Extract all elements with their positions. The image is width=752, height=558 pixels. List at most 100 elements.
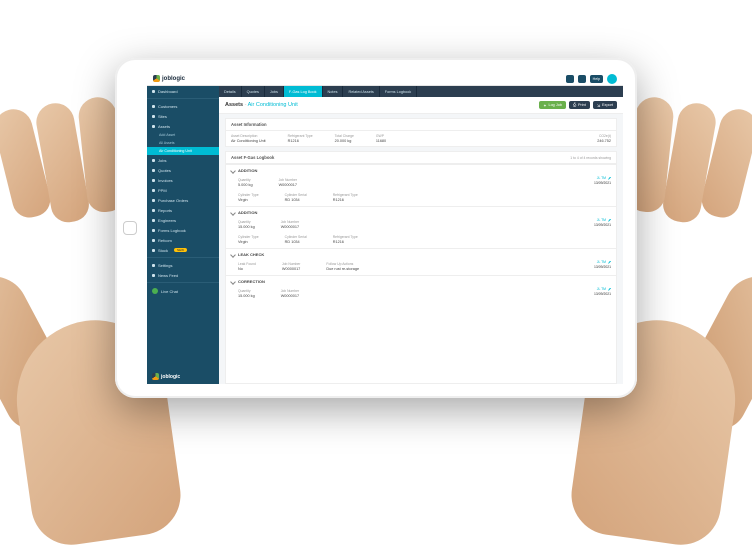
tab-notes[interactable]: Notes bbox=[323, 86, 344, 97]
jobs-icon bbox=[152, 159, 155, 162]
cloud-icon[interactable] bbox=[566, 75, 574, 83]
entry-user[interactable]: JL TM bbox=[597, 287, 611, 291]
help-button[interactable]: Help bbox=[590, 75, 603, 83]
forms-icon bbox=[152, 229, 155, 232]
sidebar-item-reports[interactable]: Reports bbox=[147, 205, 219, 215]
print-icon: ⎙ bbox=[573, 103, 576, 107]
asset-info-body: Asset DescriptionAir Conditioning UnitRe… bbox=[226, 131, 616, 146]
log-entry: CORRECTIONQuantity15.000 kgJob NumberW00… bbox=[226, 275, 616, 302]
app-screen: joblogic Help Dashboard Customers Sites … bbox=[147, 72, 623, 384]
brand-logo[interactable]: joblogic bbox=[153, 75, 185, 82]
field-label: Cylinder Type bbox=[238, 235, 259, 239]
print-button[interactable]: ⎙Print bbox=[569, 101, 590, 109]
field-value[interactable]: W0000017 bbox=[279, 183, 297, 187]
sidebar-item-ppm[interactable]: PPM bbox=[147, 185, 219, 195]
field-value: 20.000 kg bbox=[335, 139, 354, 143]
entry-field: Cylinder TypeVirgin bbox=[238, 193, 259, 202]
logbook-heading: Asset F-Gas Logbook bbox=[231, 155, 274, 160]
sidebar-item-quotes[interactable]: Quotes bbox=[147, 165, 219, 175]
user-avatar[interactable] bbox=[607, 74, 617, 84]
tab-forms-logbook[interactable]: Forms Logbook bbox=[380, 86, 417, 97]
field-value: RD 1034 bbox=[285, 240, 307, 244]
plus-icon: ✦ bbox=[543, 103, 546, 108]
settings-icon bbox=[152, 264, 155, 267]
field-value: R1216 bbox=[333, 240, 358, 244]
field-value[interactable]: W0000017 bbox=[282, 267, 300, 271]
entry-user[interactable]: JL TM bbox=[597, 260, 611, 264]
sites-icon bbox=[152, 115, 155, 118]
sidebar-item-news[interactable]: News Feed bbox=[147, 270, 219, 280]
field-value: RD 1034 bbox=[285, 198, 307, 202]
tab-quotes[interactable]: Quotes bbox=[242, 86, 265, 97]
tab-jobs[interactable]: Jobs bbox=[265, 86, 284, 97]
brand-text: joblogic bbox=[162, 76, 185, 82]
sidebar-sub-current-asset[interactable]: Air Conditioning Unit bbox=[147, 147, 219, 155]
sidebar-item-settings[interactable]: Settings bbox=[147, 260, 219, 270]
field-label: Asset Description bbox=[231, 134, 266, 138]
entry-field: Leak FoundNo bbox=[238, 262, 256, 271]
field-value: Virgin bbox=[238, 240, 259, 244]
sidebar-item-jobs[interactable]: Jobs bbox=[147, 155, 219, 165]
field-value[interactable]: W0000017 bbox=[281, 225, 299, 229]
log-entry: LEAK CHECKLeak FoundNoJob NumberW0000017… bbox=[226, 248, 616, 275]
customers-icon bbox=[152, 105, 155, 108]
chat-icon bbox=[152, 288, 158, 294]
sidebar-item-stock[interactable]: StockNEW bbox=[147, 245, 219, 255]
field-label: CO2e(t) bbox=[597, 134, 611, 138]
entry-field: Refrigerant TypeR1216 bbox=[333, 193, 358, 202]
pencil-icon bbox=[608, 261, 611, 264]
upload-icon[interactable] bbox=[578, 75, 586, 83]
sidebar-item-forms-logbook[interactable]: Forms Logbook bbox=[147, 225, 219, 235]
entry-header[interactable]: LEAK CHECK bbox=[226, 249, 616, 260]
entry-meta: JL TM 13/09/2021 bbox=[594, 287, 611, 296]
entry-field: Cylinder TypeVirgin bbox=[238, 235, 259, 244]
tablet-home-button[interactable] bbox=[123, 221, 137, 235]
topbar: joblogic Help bbox=[147, 72, 623, 86]
new-badge: NEW bbox=[174, 248, 187, 252]
sidebar-item-dashboard[interactable]: Dashboard bbox=[147, 86, 219, 96]
entry-field: Job NumberW0000017 bbox=[279, 178, 297, 187]
tab-related-assets[interactable]: Related Assets bbox=[343, 86, 379, 97]
live-chat-button[interactable]: Live Chat bbox=[147, 285, 219, 297]
entry-user[interactable]: JL TM bbox=[597, 218, 611, 222]
field-value: 15.000 kg bbox=[238, 294, 255, 298]
field-label: Cylinder Serial bbox=[285, 235, 307, 239]
export-button[interactable]: ⇲Export bbox=[593, 101, 617, 109]
field-label: Job Number bbox=[281, 220, 299, 224]
log-job-button[interactable]: ✦Log Job bbox=[539, 101, 566, 109]
entry-header[interactable]: ADDITION bbox=[226, 207, 616, 218]
sidebar-item-customers[interactable]: Customers bbox=[147, 101, 219, 111]
asset-field: CO2e(t)246.752 bbox=[597, 134, 611, 143]
sidebar-sub-all-assets[interactable]: All Assets bbox=[147, 139, 219, 147]
sidebar-item-sites[interactable]: Sites bbox=[147, 111, 219, 121]
sidebar-item-engineers[interactable]: Engineers bbox=[147, 215, 219, 225]
dashboard-icon bbox=[152, 90, 155, 93]
main-content: Details Quotes Jobs F-Gas Log Book Notes… bbox=[219, 86, 623, 384]
tab-fgas-logbook[interactable]: F-Gas Log Book bbox=[284, 86, 323, 97]
entry-date: 13/09/2021 bbox=[594, 292, 611, 296]
sidebar-item-assets[interactable]: Assets bbox=[147, 121, 219, 131]
entry-date: 13/09/2021 bbox=[594, 223, 611, 227]
entry-date: 13/09/2021 bbox=[594, 265, 611, 269]
tab-details[interactable]: Details bbox=[219, 86, 242, 97]
asset-info-heading: Asset Information bbox=[226, 119, 616, 131]
tabs-bar: Details Quotes Jobs F-Gas Log Book Notes… bbox=[219, 86, 623, 97]
field-value: 15.000 kg bbox=[238, 225, 255, 229]
asset-field: GWP11680 bbox=[376, 134, 386, 143]
entry-user[interactable]: JL TM bbox=[597, 176, 611, 180]
sidebar-item-refcom[interactable]: Refcom bbox=[147, 235, 219, 245]
sidebar-item-invoices[interactable]: Invoices bbox=[147, 175, 219, 185]
sidebar-item-purchase-orders[interactable]: Purchase Orders bbox=[147, 195, 219, 205]
entry-header[interactable]: ADDITION bbox=[226, 165, 616, 176]
field-value[interactable]: W0000017 bbox=[281, 294, 299, 298]
asset-field: Refrigerant TypeR1216 bbox=[288, 134, 313, 143]
sidebar: Dashboard Customers Sites Assets Add Ass… bbox=[147, 86, 219, 384]
refcom-icon bbox=[152, 239, 155, 242]
field-label: Refrigerant Type bbox=[333, 235, 358, 239]
export-icon: ⇲ bbox=[597, 103, 600, 108]
engineers-icon bbox=[152, 219, 155, 222]
invoices-icon bbox=[152, 179, 155, 182]
sidebar-sub-add-asset[interactable]: Add Asset bbox=[147, 131, 219, 139]
entry-header[interactable]: CORRECTION bbox=[226, 276, 616, 287]
field-label: Refrigerant Type bbox=[333, 193, 358, 197]
